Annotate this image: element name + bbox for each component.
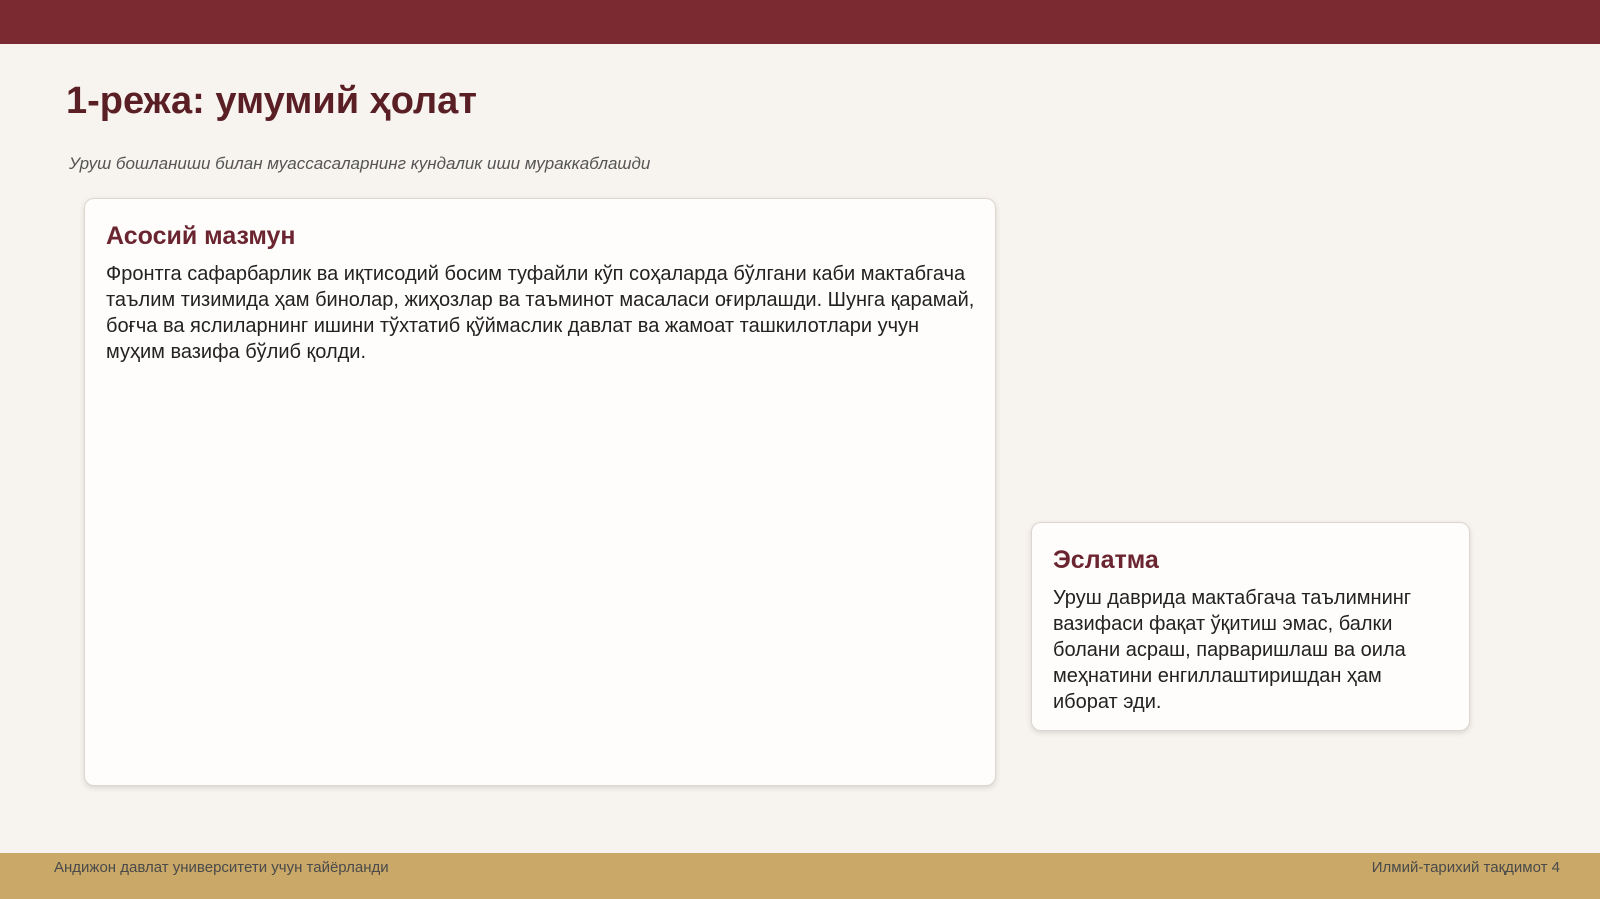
main-card-heading: Асосий мазмун <box>106 222 296 250</box>
note-card-body: Уруш даврида мактабгача таълимнинг вазиф… <box>1053 587 1412 713</box>
footer-slide-label: Илмий-тарихий тақдимот 4 <box>1371 859 1560 876</box>
footer-institution-text: Андижон давлат университети учун тайёрла… <box>54 859 389 876</box>
page-title: 1-режа: умумий ҳолат <box>66 80 477 122</box>
main-content-card: Асосий мазмун Фронтга сафарбарлик ва иқт… <box>84 198 996 786</box>
note-card-heading: Эслатма <box>1053 546 1159 574</box>
page-subtitle: Уруш бошланиши билан муассасаларнинг кун… <box>69 154 651 173</box>
top-accent-bar <box>0 0 1600 44</box>
main-card-body: Фронтга сафарбарлик ва иқтисодий босим т… <box>106 263 975 363</box>
note-card: Эслатма Уруш даврида мактабгача таълимни… <box>1031 522 1470 731</box>
